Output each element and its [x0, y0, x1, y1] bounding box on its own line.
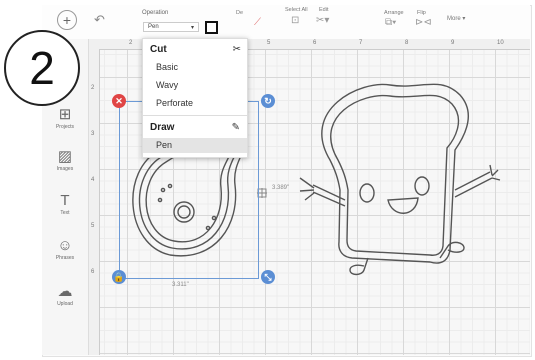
menu-item-wavy[interactable]: Wavy	[156, 80, 178, 90]
flip-label: Flip	[417, 10, 426, 16]
flip-icon[interactable]: ⊳⊲	[415, 17, 432, 28]
chevron-down-icon: ▾	[190, 25, 194, 31]
deselect-label: De	[236, 10, 244, 16]
pen-icon: ✎	[231, 122, 240, 133]
arrange-icon[interactable]: ⧉▾	[385, 17, 396, 28]
operation-label: Operation	[142, 10, 169, 16]
ruler-number: 5	[267, 40, 271, 46]
menu-header-cut: Cut	[150, 44, 167, 55]
menu-header-draw: Draw	[150, 122, 175, 133]
ruler-number: 7	[359, 40, 363, 46]
sidebar-item-label: Phrases	[55, 255, 75, 261]
sidebar-item-images[interactable]: ▨ Images	[42, 147, 88, 172]
ruler-number: 6	[313, 40, 317, 46]
step-number: 2	[29, 42, 55, 94]
select-all-label: Select All	[285, 7, 308, 13]
pen-color-swatch[interactable]	[205, 21, 218, 34]
ruler-number: 2	[129, 40, 133, 46]
width-dimension-label: 3.389"	[272, 185, 290, 191]
operation-dropdown-menu: Cut ✂ Basic Wavy Perforate Draw ✎ Pen	[142, 38, 248, 158]
sidebar-item-label: Projects	[55, 124, 75, 130]
resize-handle-icon[interactable]: ⤡	[261, 270, 275, 284]
ruler-number: 10	[497, 40, 504, 46]
projects-icon: ⊞	[58, 106, 72, 123]
lock-handle-icon[interactable]: 🔒	[112, 270, 126, 284]
sidebar-item-upload[interactable]: ☁ Upload	[42, 282, 88, 307]
sidebar-item-label: Images	[56, 166, 74, 172]
scissors-icon[interactable]: ✂▾	[316, 15, 329, 26]
operation-value: Pen	[148, 24, 159, 30]
ruler-number: 2	[91, 85, 95, 91]
ruler-number: 4	[91, 177, 95, 183]
menu-divider	[143, 115, 247, 116]
sidebar-item-projects[interactable]: ⊞ Projects	[42, 105, 88, 130]
operation-select[interactable]: Pen ▾	[143, 22, 199, 32]
text-icon: T	[60, 192, 70, 209]
sidebar-item-label: Text	[60, 210, 70, 216]
ruler-number: 8	[405, 40, 409, 46]
menu-item-basic[interactable]: Basic	[156, 62, 178, 72]
ruler-number: 9	[451, 40, 455, 46]
rotate-handle-icon[interactable]: ↻	[261, 94, 275, 108]
delete-handle-icon[interactable]: ✕	[112, 94, 126, 108]
pen-tool-icon[interactable]: ⟋	[254, 17, 261, 28]
upload-icon: ☁	[57, 283, 73, 300]
more-menu[interactable]: More ▾	[447, 15, 465, 22]
height-dimension-label: 3.311"	[172, 282, 189, 288]
edit-label: Edit	[319, 7, 329, 13]
phrases-icon: ☺	[57, 237, 73, 254]
step-number-badge: 2	[4, 30, 80, 106]
menu-item-perforate[interactable]: Perforate	[156, 98, 193, 108]
undo-icon[interactable]: ↶	[94, 12, 105, 28]
sidebar-item-phrases[interactable]: ☺ Phrases	[42, 237, 88, 261]
scissors-icon: ✂	[232, 44, 241, 55]
plus-icon[interactable]: +	[57, 10, 77, 30]
ruler-number: 5	[91, 223, 95, 229]
arrange-label: Arrange	[384, 10, 404, 16]
sidebar-item-label: Upload	[57, 301, 73, 307]
menu-item-pen[interactable]: Pen	[156, 140, 172, 150]
ruler-number: 6	[91, 269, 95, 275]
images-icon: ▨	[57, 148, 73, 165]
ruler-number: 3	[91, 131, 95, 137]
select-all-icon[interactable]: ⊡	[291, 15, 299, 26]
ruler-left: 2 3 4 5 6	[89, 49, 100, 355]
sidebar-item-text[interactable]: T Text	[42, 192, 88, 216]
